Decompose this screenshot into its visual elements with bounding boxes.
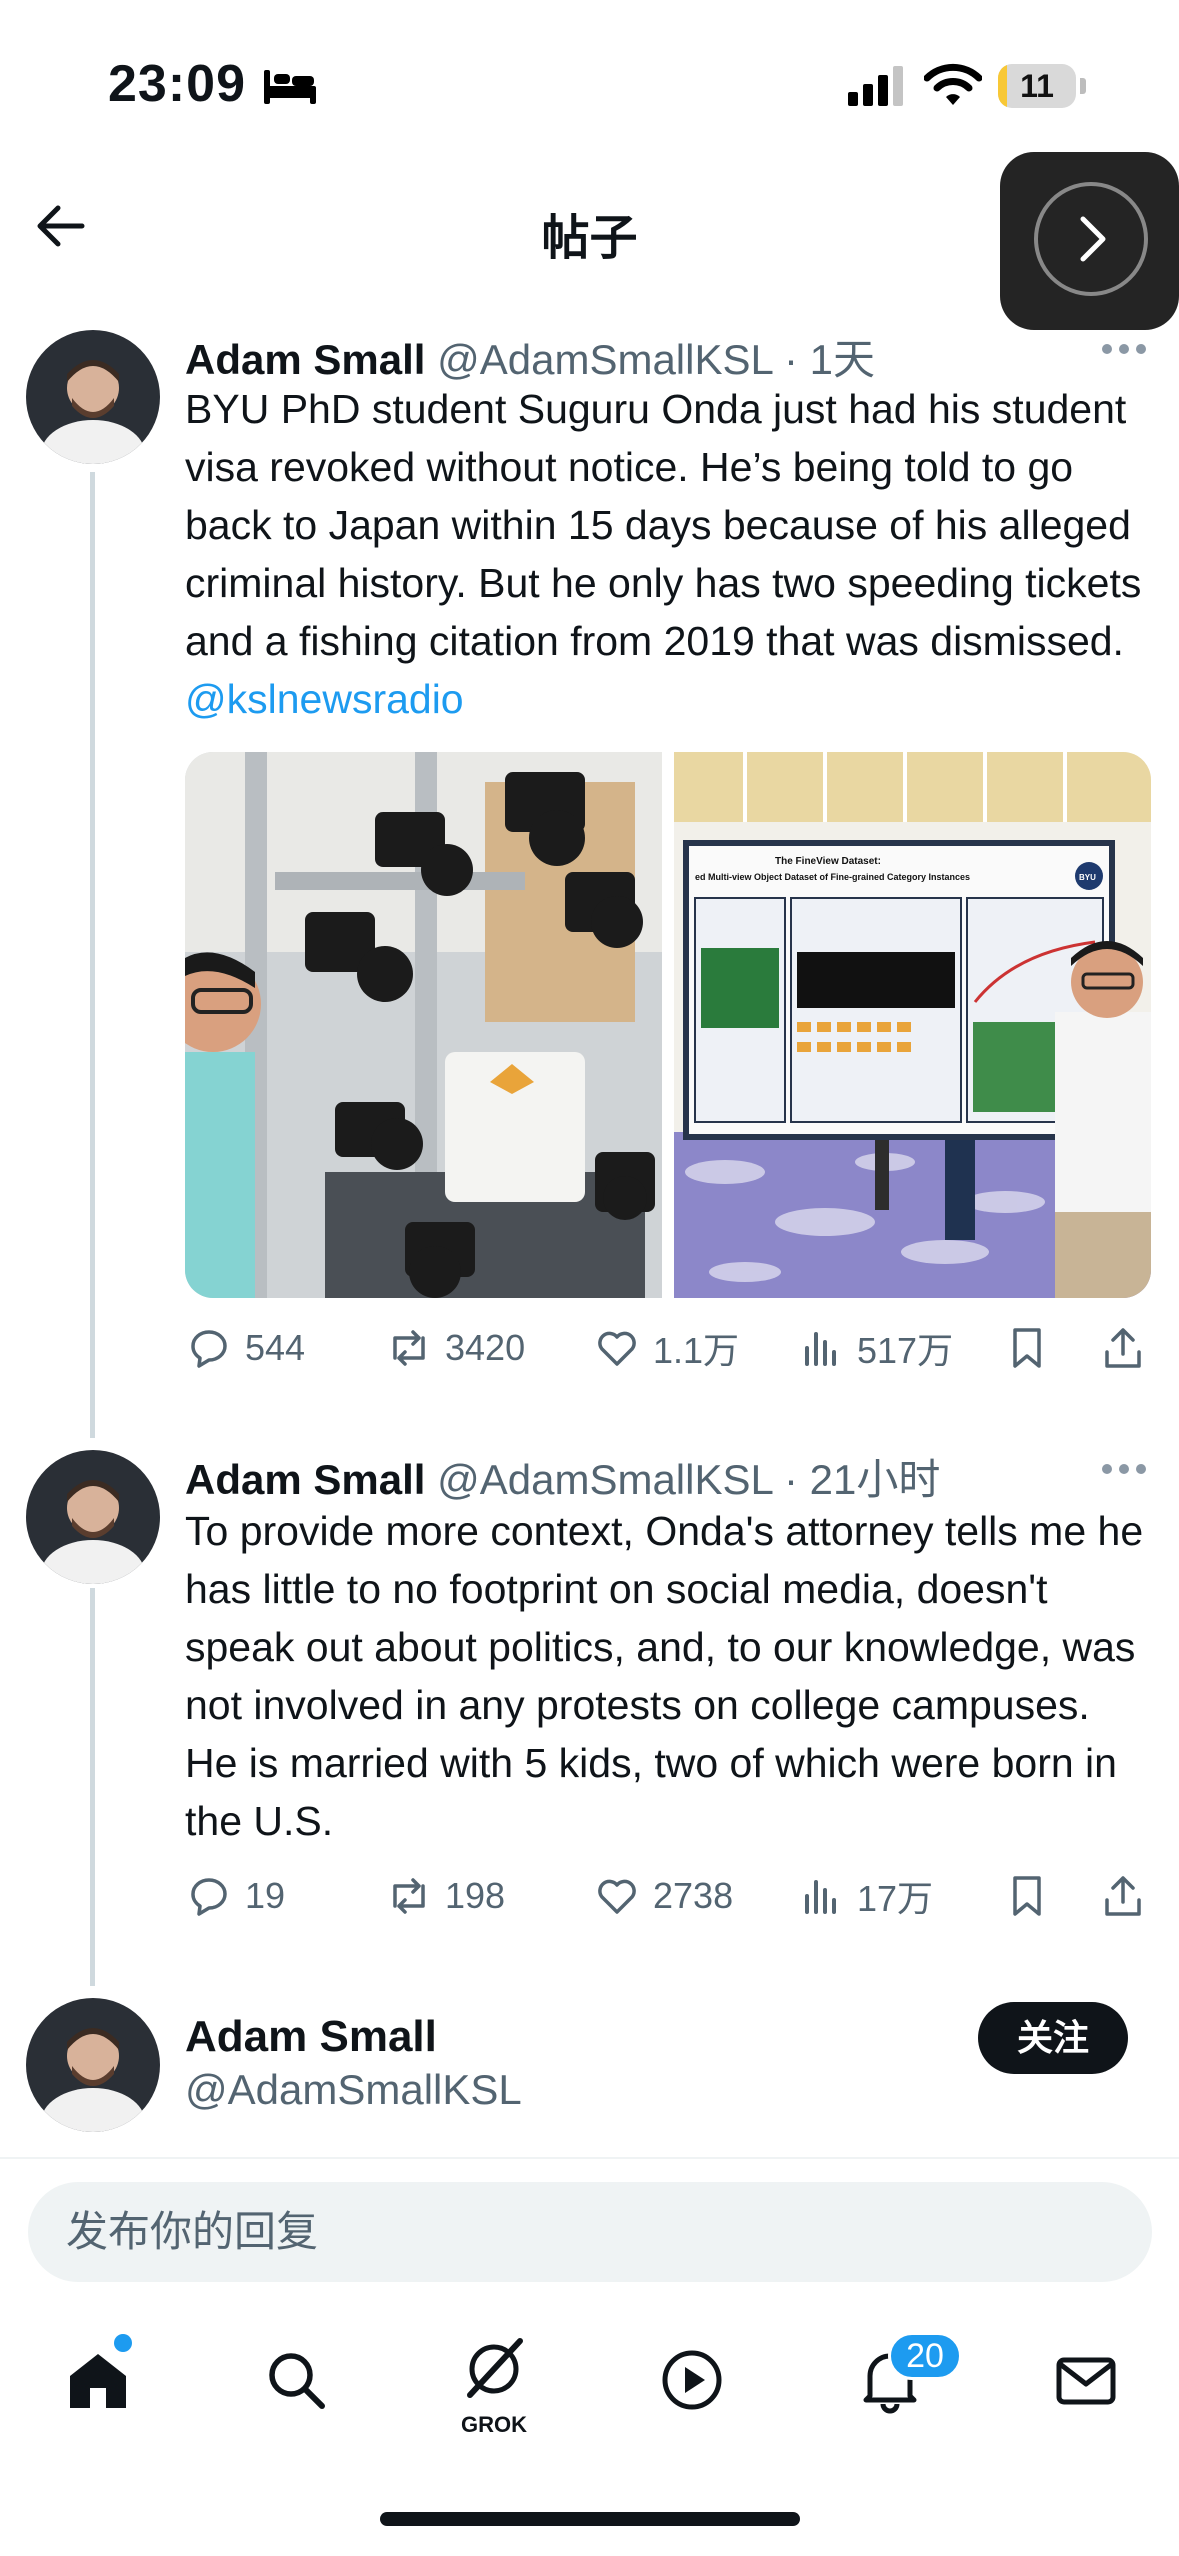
battery-level: 11 (1020, 68, 1054, 104)
views-count: 17万 (857, 1878, 934, 1919)
views-button[interactable]: 17万 (797, 1866, 933, 1926)
home-unread-dot (114, 2334, 132, 2352)
notifications-badge: 20 (888, 2332, 962, 2380)
bookmark-button[interactable] (1003, 1866, 1063, 1926)
views-icon (805, 1880, 836, 1914)
poster-logo: BYU (1079, 873, 1096, 882)
tweet-text: To provide more context, Onda's attorney… (185, 1502, 1145, 1850)
tab-grok[interactable]: GROK (444, 2320, 544, 2440)
repost-icon (393, 1878, 425, 1914)
mention-link[interactable]: @kslnewsradio (185, 676, 464, 722)
share-icon (1105, 1876, 1141, 1916)
tweet-header: Adam Small @AdamSmallKSL · 21小时 (185, 1446, 940, 1507)
bookmark-icon (1013, 1328, 1041, 1368)
views-button[interactable]: 517万 (797, 1318, 953, 1378)
play-icon (662, 2350, 722, 2410)
thread-line (90, 472, 95, 1438)
reply-count: 19 (245, 1875, 286, 1916)
views-count: 517万 (857, 1330, 954, 1371)
repost-button[interactable]: 3420 (385, 1318, 525, 1378)
home-icon (70, 2354, 126, 2408)
wifi-icon (924, 63, 982, 105)
repost-count: 198 (445, 1875, 506, 1916)
share-icon (1105, 1328, 1141, 1368)
like-count: 2738 (653, 1875, 734, 1916)
follow-button[interactable]: 关注 (978, 2002, 1128, 2074)
grok-icon (467, 2338, 523, 2398)
avatar[interactable] (26, 1450, 160, 1584)
separator: · (783, 336, 798, 383)
poster-title: The FineView Dataset: (775, 856, 881, 867)
home-indicator[interactable] (380, 2512, 800, 2526)
reply-icon (191, 1330, 227, 1368)
reply-icon (191, 1878, 227, 1916)
grok-label: GROK (461, 2412, 527, 2437)
tweet-header: Adam Small @AdamSmallKSL · 1天 (185, 326, 875, 387)
tweet-body: BYU PhD student Suguru Onda just had his… (185, 386, 1142, 664)
tweet-actions: 544 3420 1.1万 517万 (185, 1318, 1151, 1378)
battery-tip (1080, 78, 1086, 94)
separator: · (783, 1456, 798, 1503)
battery-indicator: 11 (998, 64, 1076, 108)
author-name[interactable]: Adam Small (185, 336, 425, 383)
like-count: 1.1万 (653, 1330, 740, 1371)
thread-line (90, 1588, 95, 1986)
timestamp: 1天 (809, 336, 875, 383)
mail-icon (1056, 2357, 1116, 2405)
tab-video[interactable] (642, 2320, 742, 2440)
poster-subtitle: ed Multi-view Object Dataset of Fine-gra… (695, 872, 970, 882)
heart-icon (598, 1331, 636, 1366)
avatar[interactable] (26, 1998, 160, 2132)
author-card-handle[interactable]: @AdamSmallKSL (185, 2066, 522, 2114)
bookmark-icon (1013, 1876, 1041, 1916)
repost-count: 3420 (445, 1327, 526, 1368)
share-button[interactable] (1099, 1866, 1159, 1926)
tweet-text: BYU PhD student Suguru Onda just had his… (185, 380, 1145, 728)
status-bar: 23:09 11 (0, 0, 1179, 150)
tweet-actions: 19 198 2738 17万 (185, 1866, 1151, 1926)
reply-input[interactable] (28, 2182, 1152, 2282)
bed-icon (264, 70, 316, 104)
reply-button[interactable]: 19 (185, 1866, 285, 1926)
share-button[interactable] (1099, 1318, 1159, 1378)
tweet-media[interactable]: The FineView Dataset: ed Multi-view Obje… (185, 752, 1151, 1298)
divider (0, 2157, 1179, 2159)
timestamp: 21小时 (809, 1456, 941, 1503)
heart-icon (598, 1879, 636, 1914)
tab-home[interactable] (48, 2320, 148, 2440)
floating-next-button[interactable] (1000, 152, 1179, 330)
search-icon (269, 2353, 325, 2409)
tweet-body: To provide more context, Onda's attorney… (185, 1508, 1144, 1844)
chevron-right-icon (1080, 216, 1106, 262)
author-name[interactable]: Adam Small (185, 1456, 425, 1503)
more-options-icon[interactable] (1100, 1462, 1148, 1476)
more-options-icon[interactable] (1100, 342, 1148, 356)
status-time: 23:09 (108, 55, 246, 113)
tab-messages[interactable] (1036, 2320, 1136, 2440)
avatar[interactable] (26, 330, 160, 464)
media-photo-lab[interactable] (185, 752, 662, 1298)
like-button[interactable]: 1.1万 (593, 1318, 739, 1378)
reply-button[interactable]: 544 (185, 1318, 305, 1378)
tab-search[interactable] (246, 2320, 346, 2440)
bookmark-button[interactable] (1003, 1318, 1063, 1378)
media-photo-poster[interactable]: The FineView Dataset: ed Multi-view Obje… (674, 752, 1151, 1298)
author-card-name[interactable]: Adam Small (185, 2012, 437, 2062)
like-button[interactable]: 2738 (593, 1866, 733, 1926)
author-handle[interactable]: @AdamSmallKSL (437, 336, 772, 383)
views-icon (805, 1332, 836, 1366)
repost-button[interactable]: 198 (385, 1866, 505, 1926)
author-handle[interactable]: @AdamSmallKSL (437, 1456, 772, 1503)
repost-icon (393, 1330, 425, 1366)
reply-count: 544 (245, 1327, 306, 1368)
next-circle (1034, 182, 1148, 296)
signal-icon (848, 66, 903, 106)
